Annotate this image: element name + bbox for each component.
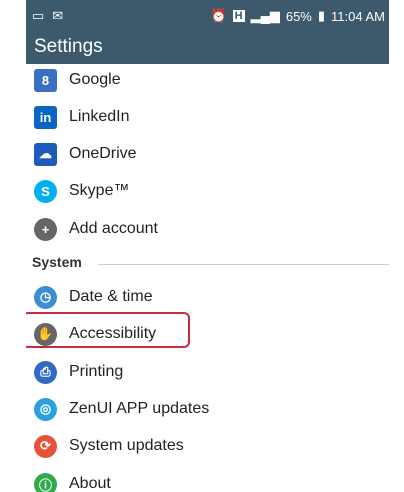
- clock-icon: ◷: [34, 285, 57, 309]
- phone-screen: ▭ ✉ ⏰ H ▂▄▆ 65% ▮ 11:04 AM Settings 8 Goo…: [26, 0, 389, 492]
- skype-icon: S: [34, 179, 57, 203]
- message-icon: ▭: [32, 8, 45, 23]
- setting-label: Printing: [69, 363, 124, 380]
- setting-label: Add account: [69, 220, 158, 237]
- setting-item-linkedin[interactable]: in LinkedIn: [26, 99, 389, 135]
- add-icon: +: [34, 217, 57, 241]
- setting-item-zenui-app-updates[interactable]: ◎ ZenUI APP updates: [26, 391, 389, 427]
- mail-icon: ✉: [52, 8, 64, 23]
- app-bar: Settings: [26, 32, 389, 64]
- setting-item-skype-[interactable]: S Skype™: [26, 173, 389, 209]
- setting-label: About: [69, 475, 111, 492]
- google-icon: 8: [34, 68, 57, 92]
- status-bar: ▭ ✉ ⏰ H ▂▄▆ 65% ▮ 11:04 AM: [26, 0, 389, 32]
- accessibility-highlight-box: [26, 312, 190, 348]
- setting-item-onedrive[interactable]: ☁ OneDrive: [26, 136, 389, 172]
- printer-icon: ⎙: [34, 360, 57, 384]
- about-icon: ⓘ: [34, 472, 57, 492]
- setting-item-printing[interactable]: ⎙ Printing: [26, 354, 389, 390]
- clock-time: 11:04 AM: [331, 8, 385, 24]
- system-update-icon: ⟳: [34, 434, 57, 458]
- section-header-system: System: [32, 254, 82, 270]
- setting-label: System updates: [69, 437, 184, 454]
- setting-label: ZenUI APP updates: [69, 400, 210, 417]
- setting-item-system-updates[interactable]: ⟳ System updates: [26, 428, 389, 464]
- setting-item-add-account[interactable]: + Add account: [26, 211, 389, 247]
- setting-label: Google: [69, 71, 121, 88]
- h-network-label: H: [232, 10, 245, 22]
- zenui-icon: ◎: [34, 397, 57, 421]
- setting-item-date-time[interactable]: ◷ Date & time: [26, 279, 389, 315]
- signal-icon: ▂▄▆: [250, 8, 280, 23]
- setting-label: Date & time: [69, 288, 153, 305]
- setting-item-google[interactable]: 8 Google: [26, 62, 389, 98]
- setting-label: OneDrive: [69, 145, 137, 162]
- linkedin-icon: in: [34, 105, 57, 129]
- battery-icon: ▮: [317, 8, 326, 23]
- setting-label: LinkedIn: [69, 108, 130, 125]
- page-title: Settings: [34, 36, 103, 57]
- battery-percent: 65%: [285, 8, 312, 24]
- setting-label: Skype™: [69, 182, 130, 199]
- onedrive-icon: ☁: [34, 142, 57, 166]
- section-divider: [98, 264, 389, 265]
- alarm-icon: ⏰: [210, 8, 227, 23]
- setting-item-about[interactable]: ⓘ About: [26, 466, 389, 492]
